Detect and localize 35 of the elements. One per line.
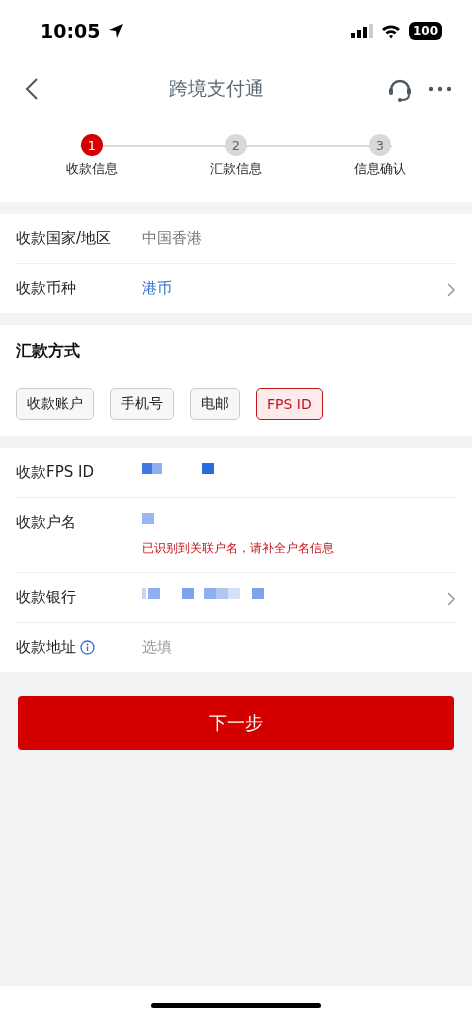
battery-level: 100 <box>408 22 442 40</box>
method-option[interactable]: 收款账户 <box>16 388 94 420</box>
step-label: 收款信息 <box>66 160 118 178</box>
field-value[interactable]: 港币 <box>142 279 446 298</box>
location-arrow-icon <box>108 23 125 39</box>
method-option[interactable]: FPS ID <box>256 388 323 420</box>
wifi-icon <box>380 23 401 39</box>
step-number: 1 <box>81 134 103 156</box>
hint-text: 已识别到关联户名，请补全户名信息 <box>142 540 335 557</box>
chevron-right-icon[interactable] <box>446 282 456 298</box>
masked-value-drawing <box>142 513 154 524</box>
method-option[interactable]: 手机号 <box>110 388 174 420</box>
step-label: 信息确认 <box>354 160 406 178</box>
field-placeholder[interactable]: 选填 <box>142 638 456 657</box>
step-number: 2 <box>225 134 247 156</box>
info-icon[interactable] <box>80 640 95 655</box>
method-option[interactable]: 电邮 <box>190 388 240 420</box>
chevron-right-icon[interactable] <box>446 591 456 607</box>
signal-icon <box>350 24 373 38</box>
field-label: 收款币种 <box>16 279 76 298</box>
step-number: 3 <box>369 134 391 156</box>
status-time: 10:05 <box>40 20 101 42</box>
masked-value-drawing <box>142 463 214 474</box>
next-button[interactable]: 下一步 <box>18 696 454 750</box>
field-label: 收款户名 <box>16 513 76 532</box>
field-label: 收款地址 <box>16 638 76 657</box>
field-label: 收款银行 <box>16 588 76 607</box>
back-icon[interactable] <box>25 77 39 101</box>
field-label: 收款FPS ID <box>16 463 94 482</box>
field-label: 收款国家/地区 <box>16 229 112 248</box>
page-title: 跨境支付通 <box>168 76 264 101</box>
section-title: 汇款方式 <box>16 341 81 362</box>
field-value: 中国香港 <box>142 229 203 248</box>
home-indicator[interactable] <box>151 1002 321 1008</box>
step-label: 汇款信息 <box>210 160 262 178</box>
